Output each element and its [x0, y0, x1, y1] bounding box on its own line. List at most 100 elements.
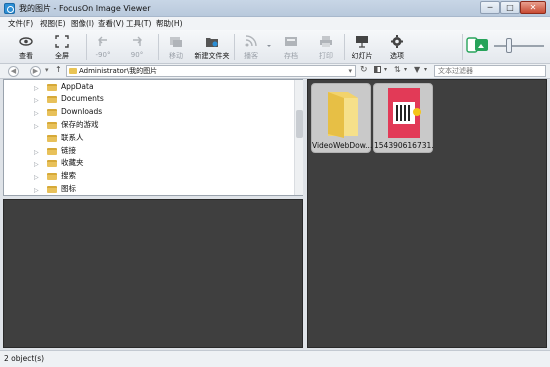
- refresh-icon[interactable]: ↻: [360, 65, 368, 75]
- eye-icon: [19, 37, 33, 46]
- image-preview: [388, 88, 421, 138]
- app-icon: [4, 3, 15, 14]
- folder-icon: [47, 84, 57, 91]
- path-text: Administrator\我的图片: [79, 67, 158, 75]
- tree-item-label: 联系人: [61, 133, 84, 142]
- rotate-right-icon: [133, 36, 142, 46]
- menu-tools[interactable]: 工具(T): [126, 18, 151, 29]
- tree-item[interactable]: ▷ 图标: [4, 183, 294, 195]
- tree-item[interactable]: ▷ Documents: [4, 93, 294, 105]
- image-toggle-icon: [466, 37, 488, 53]
- folder-icon: [47, 96, 57, 103]
- tree-item[interactable]: ▷ AppData: [4, 81, 294, 93]
- path-field[interactable]: Administrator\我的图片 ▾: [66, 65, 356, 77]
- filter-input[interactable]: [434, 65, 546, 77]
- tree-scrollbar-thumb[interactable]: [296, 110, 303, 138]
- menu-image[interactable]: 图像(I): [71, 18, 94, 29]
- tree-item-label: AppData: [61, 82, 94, 91]
- view-dropdown-icon[interactable]: ▾: [384, 66, 387, 73]
- thumbnail-image[interactable]: 154390616731...: [373, 83, 434, 153]
- tree-item[interactable]: ▷ 链接: [4, 145, 294, 157]
- minimize-button[interactable]: ─: [480, 1, 500, 14]
- menu-file[interactable]: 文件(F): [8, 18, 33, 29]
- toolbar-separator: [234, 34, 235, 60]
- new-folder-label: 新建文件夹: [194, 52, 230, 60]
- folder-thumbnail-icon: [328, 92, 358, 138]
- toolbar-separator: [344, 34, 345, 60]
- tree-item-label: 链接: [61, 146, 76, 155]
- tree-item-label: 图标: [61, 184, 76, 193]
- tree-scrollbar[interactable]: [294, 80, 303, 195]
- new-folder-button[interactable]: 新建文件夹: [192, 32, 232, 62]
- options-button[interactable]: 选项: [382, 32, 412, 62]
- broadcast-dropdown[interactable]: [264, 32, 274, 62]
- new-folder-icon: [206, 38, 218, 47]
- thumbnail-folder[interactable]: VideoWebDow...: [311, 83, 372, 153]
- thumbnail-caption: 154390616731...: [374, 141, 434, 150]
- status-bar: 2 object(s): [0, 350, 550, 367]
- tree-item[interactable]: ▷ 收藏夹: [4, 157, 294, 169]
- view-label: 查看: [19, 52, 33, 60]
- fullscreen-button[interactable]: 全屏: [42, 32, 82, 62]
- status-text: 2 object(s): [4, 354, 45, 363]
- back-button[interactable]: ◀: [8, 66, 19, 77]
- badge-icon: [413, 108, 421, 116]
- tree-item[interactable]: ▷ 搜索: [4, 170, 294, 182]
- forward-button[interactable]: ▶: [30, 66, 41, 77]
- rotate-left-button[interactable]: -90°: [86, 32, 120, 62]
- folder-icon: [47, 135, 57, 142]
- sort-icon[interactable]: ⇅: [394, 65, 401, 74]
- menu-bar: 文件(F) 视图(E) 图像(I) 查看(V) 工具(T) 帮助(H): [0, 17, 550, 30]
- folder-icon: [47, 186, 57, 193]
- rotate-left-label: -90°: [95, 51, 111, 59]
- sort-dropdown-icon[interactable]: ▾: [404, 66, 407, 73]
- grid-view-icon[interactable]: [374, 66, 381, 73]
- tree-item[interactable]: 联系人: [4, 132, 294, 144]
- slideshow-label: 幻灯片: [351, 52, 373, 60]
- view-mode-toggle[interactable]: [466, 37, 490, 53]
- tree-item-label: 保存的游戏: [61, 120, 99, 129]
- menu-help[interactable]: 帮助(H): [156, 18, 183, 29]
- path-dropdown-icon[interactable]: ▾: [348, 66, 352, 76]
- save-button[interactable]: 存档: [276, 32, 306, 62]
- folder-icon: [47, 109, 57, 116]
- print-button[interactable]: 打印: [311, 32, 341, 62]
- menu-browse[interactable]: 查看(V): [98, 18, 124, 29]
- rss-icon: [245, 35, 257, 47]
- tree-item[interactable]: ▷ 保存的游戏: [4, 119, 294, 131]
- window-title: 我的图片 - FocusOn Image Viewer: [19, 4, 151, 13]
- fullscreen-icon: [55, 35, 69, 48]
- filter-dropdown-icon[interactable]: ▾: [424, 66, 427, 73]
- print-label: 打印: [319, 52, 333, 60]
- chevron-down-icon: [267, 45, 271, 47]
- filter-icon[interactable]: ▼: [414, 65, 420, 74]
- close-button[interactable]: ✕: [520, 1, 546, 14]
- zoom-slider-handle[interactable]: [506, 38, 512, 53]
- tree-item-label: Documents: [61, 94, 104, 103]
- thumbnail-caption: VideoWebDow...: [312, 141, 372, 150]
- move-icon: [170, 37, 182, 47]
- address-bar: ◀ ▶ ▾ ↑ Administrator\我的图片 ▾ ↻ ▾ ⇅ ▾ ▼ ▾: [0, 64, 550, 79]
- maximize-button[interactable]: □: [500, 1, 520, 14]
- rotate-right-button[interactable]: 90°: [120, 32, 154, 62]
- qr-code: [393, 102, 415, 124]
- view-button[interactable]: 查看: [6, 32, 46, 62]
- slideshow-button[interactable]: 幻灯片: [346, 32, 378, 62]
- gear-icon: [391, 35, 403, 48]
- expand-arrow-icon[interactable]: ▷: [34, 185, 39, 197]
- menu-view[interactable]: 视图(E): [40, 18, 66, 29]
- zoom-slider[interactable]: [494, 38, 544, 53]
- tree-item-label: 搜索: [61, 171, 76, 180]
- options-label: 选项: [390, 52, 404, 60]
- move-button[interactable]: 移动: [160, 32, 192, 62]
- folder-icon: [69, 68, 77, 74]
- folder-icon: [47, 122, 57, 129]
- fullscreen-label: 全屏: [55, 52, 69, 60]
- toolbar-separator: [462, 34, 463, 60]
- save-icon: [285, 37, 297, 46]
- tree-item[interactable]: ▷ Downloads: [4, 106, 294, 118]
- thumbnail-panel: VideoWebDow... 154390616731...: [307, 79, 547, 348]
- nav-dropdown-icon[interactable]: ▾: [45, 66, 49, 74]
- folder-icon: [47, 173, 57, 180]
- up-arrow-icon[interactable]: ↑: [55, 65, 62, 74]
